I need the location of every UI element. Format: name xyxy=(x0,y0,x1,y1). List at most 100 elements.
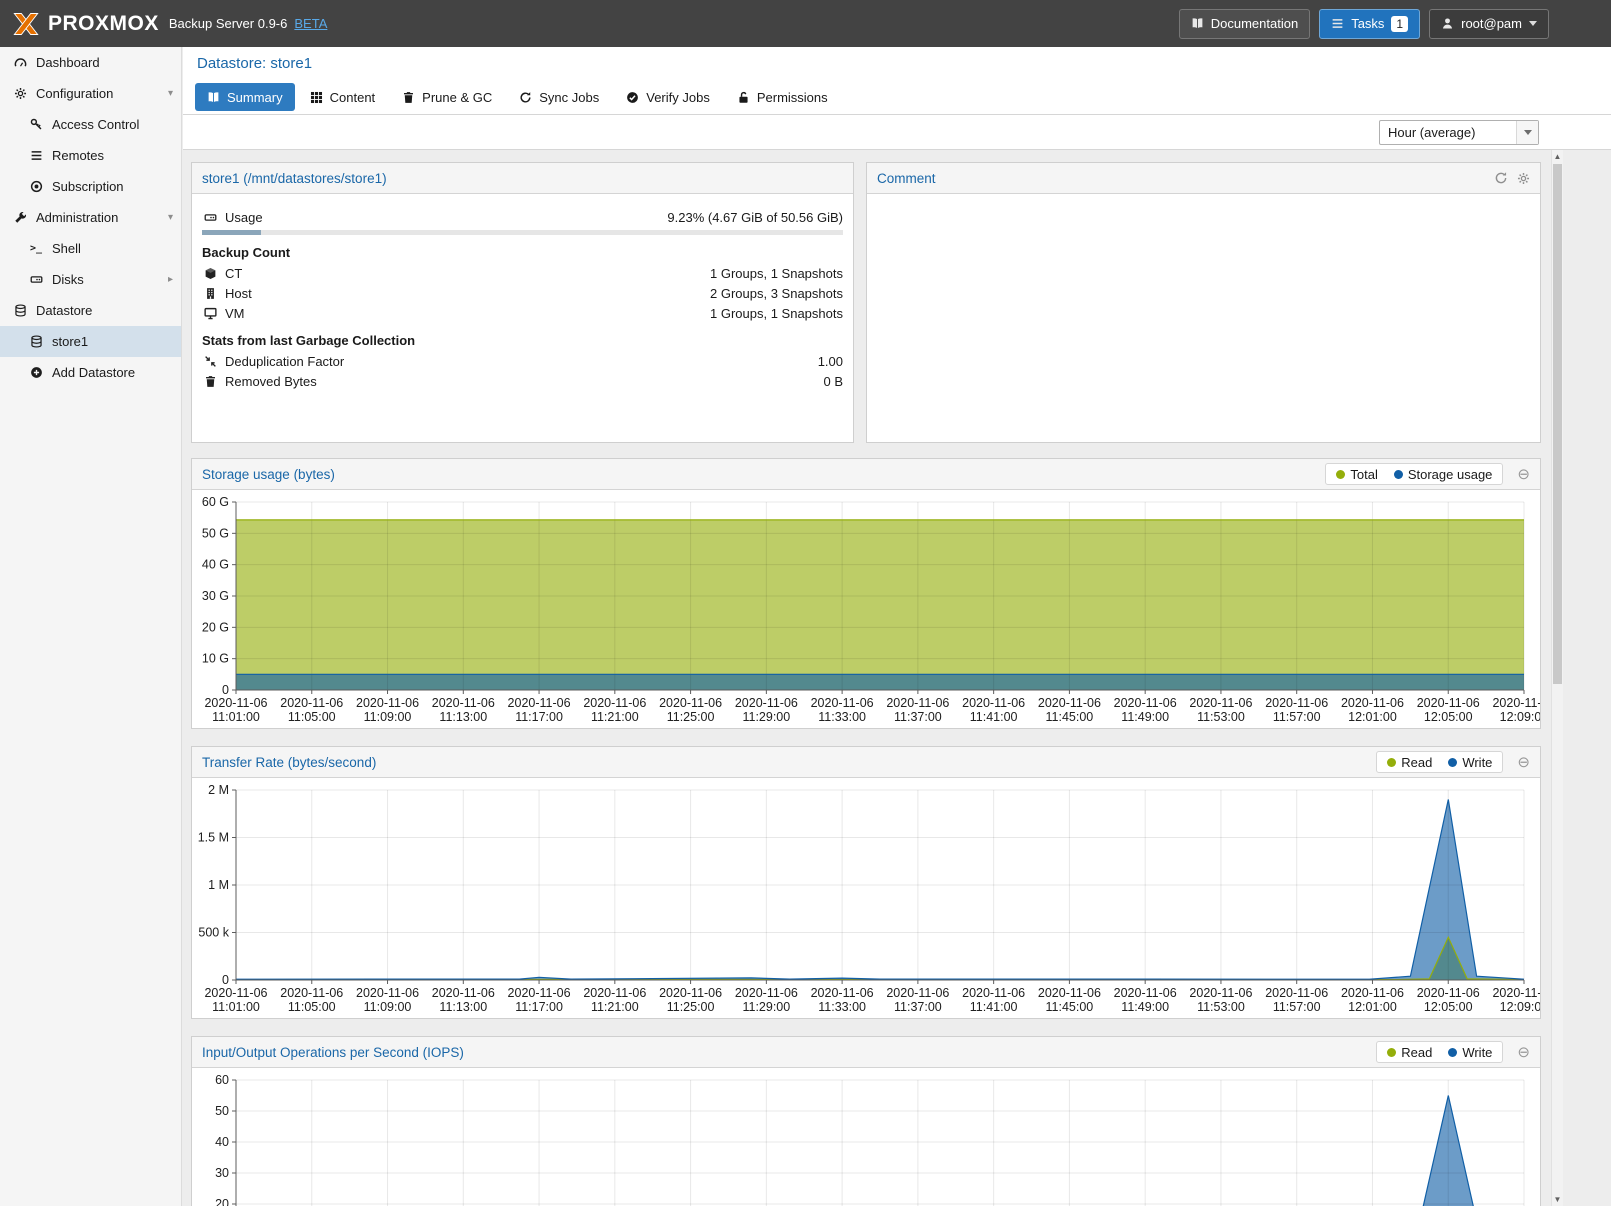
tab-permissions[interactable]: Permissions xyxy=(725,83,840,111)
documentation-icon xyxy=(1191,17,1204,30)
svg-text:2020-11-06: 2020-11-06 xyxy=(432,986,495,1000)
hdd-icon xyxy=(202,211,218,224)
svg-text:60: 60 xyxy=(215,1073,229,1087)
vertical-scrollbar[interactable]: ▲ ▼ xyxy=(1551,150,1563,1206)
svg-text:2020-11-06: 2020-11-06 xyxy=(659,986,722,1000)
svg-text:2020-11-06: 2020-11-06 xyxy=(1492,696,1540,710)
tasks-button[interactable]: Tasks 1 xyxy=(1319,9,1420,39)
svg-text:11:13:00: 11:13:00 xyxy=(439,1000,487,1014)
tasks-count-badge: 1 xyxy=(1391,16,1408,32)
sidebar-item-datastore[interactable]: Datastore xyxy=(0,295,181,326)
storage-usage-chart: 60 G50 G40 G30 G20 G10 G02020-11-0611:01… xyxy=(192,494,1540,726)
app-header: PROXMOX Backup Server 0.9-6 BETA Documen… xyxy=(0,0,1611,47)
svg-text:11:33:00: 11:33:00 xyxy=(818,710,866,724)
comment-panel: Comment xyxy=(866,162,1541,443)
sidebar-item-shell[interactable]: >_ Shell xyxy=(0,233,181,264)
svg-text:11:29:00: 11:29:00 xyxy=(742,710,790,724)
collapse-panel-icon[interactable]: ⊖ xyxy=(1517,753,1530,771)
svg-text:2020-11-06: 2020-11-06 xyxy=(280,986,343,1000)
tab-summary[interactable]: Summary xyxy=(195,83,295,111)
ct-value: 1 Groups, 1 Snapshots xyxy=(710,266,843,281)
interval-select[interactable]: Hour (average) xyxy=(1379,120,1539,145)
refresh-icon[interactable] xyxy=(1494,171,1508,185)
svg-text:2020-11-06: 2020-11-06 xyxy=(735,696,798,710)
collapse-arrow-icon: ▾ xyxy=(168,212,173,223)
scrollbar-thumb[interactable] xyxy=(1553,164,1562,684)
sidebar-item-add-datastore[interactable]: Add Datastore xyxy=(0,357,181,388)
transfer-rate-panel: Transfer Rate (bytes/second) Read Write … xyxy=(191,746,1541,1019)
trash-icon xyxy=(402,91,415,104)
svg-text:2020-11-06: 2020-11-06 xyxy=(1189,986,1252,1000)
chart-title: Transfer Rate (bytes/second) xyxy=(202,755,376,770)
usage-row: Usage 9.23% (4.67 GiB of 50.56 GiB) xyxy=(202,207,843,227)
comment-body xyxy=(867,194,1540,220)
sidebar-item-label: store1 xyxy=(52,334,88,349)
sidebar-item-administration[interactable]: Administration ▾ xyxy=(0,202,181,233)
usage-value: 9.23% (4.67 GiB of 50.56 GiB) xyxy=(667,210,843,225)
legend-dot-icon xyxy=(1448,1048,1457,1057)
support-icon xyxy=(28,180,44,193)
sidebar-item-label: Configuration xyxy=(36,86,113,101)
beta-link[interactable]: BETA xyxy=(294,16,327,31)
sidebar-item-dashboard[interactable]: Dashboard xyxy=(0,47,181,78)
host-count-row: Host 2 Groups, 3 Snapshots xyxy=(202,283,843,303)
legend-item-read: Read xyxy=(1387,755,1432,770)
legend-dot-icon xyxy=(1387,758,1396,767)
combo-trigger-button[interactable] xyxy=(1516,121,1538,144)
tab-prune-gc[interactable]: Prune & GC xyxy=(390,83,504,111)
svg-text:11:09:00: 11:09:00 xyxy=(364,710,412,724)
gear-icon[interactable] xyxy=(1517,172,1530,185)
sidebar-item-label: Access Control xyxy=(52,117,139,132)
collapse-arrow-icon: ▾ xyxy=(168,88,173,99)
user-label: root@pam xyxy=(1461,16,1522,31)
svg-text:2020-11-06: 2020-11-06 xyxy=(508,986,571,1000)
svg-text:2020-11-06: 2020-11-06 xyxy=(1265,986,1328,1000)
brand-name: PROXMOX xyxy=(48,12,159,36)
legend-label: Storage usage xyxy=(1408,467,1493,482)
svg-text:11:25:00: 11:25:00 xyxy=(667,1000,715,1014)
svg-text:2020-11-06: 2020-11-06 xyxy=(659,696,722,710)
panel-title: store1 (/mnt/datastores/store1) xyxy=(202,171,387,186)
tab-sync-jobs[interactable]: Sync Jobs xyxy=(507,83,611,111)
tasks-label: Tasks xyxy=(1351,16,1384,31)
svg-text:11:17:00: 11:17:00 xyxy=(515,710,563,724)
dedup-label: Deduplication Factor xyxy=(225,354,344,369)
svg-text:11:17:00: 11:17:00 xyxy=(515,1000,563,1014)
scroll-up-arrow[interactable]: ▲ xyxy=(1552,150,1563,163)
sidebar-item-access-control[interactable]: Access Control xyxy=(0,109,181,140)
chart-title: Input/Output Operations per Second (IOPS… xyxy=(202,1045,464,1060)
datastore-summary-panel: store1 (/mnt/datastores/store1) Usage 9.… xyxy=(191,162,854,443)
collapse-panel-icon[interactable]: ⊖ xyxy=(1517,1043,1530,1061)
sidebar-item-remotes[interactable]: Remotes xyxy=(0,140,181,171)
tab-label: Prune & GC xyxy=(422,90,492,105)
scroll-down-arrow[interactable]: ▼ xyxy=(1552,1193,1563,1206)
svg-text:50: 50 xyxy=(215,1104,229,1118)
book-icon xyxy=(207,91,220,104)
sidebar-item-configuration[interactable]: Configuration ▾ xyxy=(0,78,181,109)
svg-text:40 G: 40 G xyxy=(202,558,229,572)
user-menu-button[interactable]: root@pam xyxy=(1429,9,1549,39)
svg-text:2020-11-06: 2020-11-06 xyxy=(508,696,571,710)
main-area: Datastore: store1 Summary Content Prune … xyxy=(183,47,1611,1206)
collapse-panel-icon[interactable]: ⊖ xyxy=(1517,465,1530,483)
svg-text:2020-11-06: 2020-11-06 xyxy=(432,696,495,710)
usage-label: Usage xyxy=(225,210,263,225)
svg-text:12:01:00: 12:01:00 xyxy=(1348,1000,1397,1014)
sidebar-item-label: Administration xyxy=(36,210,118,225)
check-circle-icon xyxy=(626,91,639,104)
tab-content[interactable]: Content xyxy=(298,83,388,111)
sidebar-item-disks[interactable]: Disks ▸ xyxy=(0,264,181,295)
usage-progress-fill xyxy=(202,230,261,235)
svg-text:2020-11-06: 2020-11-06 xyxy=(1189,696,1252,710)
svg-text:500 k: 500 k xyxy=(198,926,229,940)
list-icon xyxy=(28,149,44,162)
legend-label: Read xyxy=(1401,1045,1432,1060)
sidebar-item-store1[interactable]: store1 xyxy=(0,326,181,357)
terminal-icon: >_ xyxy=(28,243,44,254)
svg-text:20: 20 xyxy=(215,1197,229,1206)
sidebar-item-subscription[interactable]: Subscription xyxy=(0,171,181,202)
panel-title: Comment xyxy=(877,171,936,186)
documentation-button[interactable]: Documentation xyxy=(1179,9,1310,39)
sidebar-item-label: Datastore xyxy=(36,303,92,318)
tab-verify-jobs[interactable]: Verify Jobs xyxy=(614,83,722,111)
